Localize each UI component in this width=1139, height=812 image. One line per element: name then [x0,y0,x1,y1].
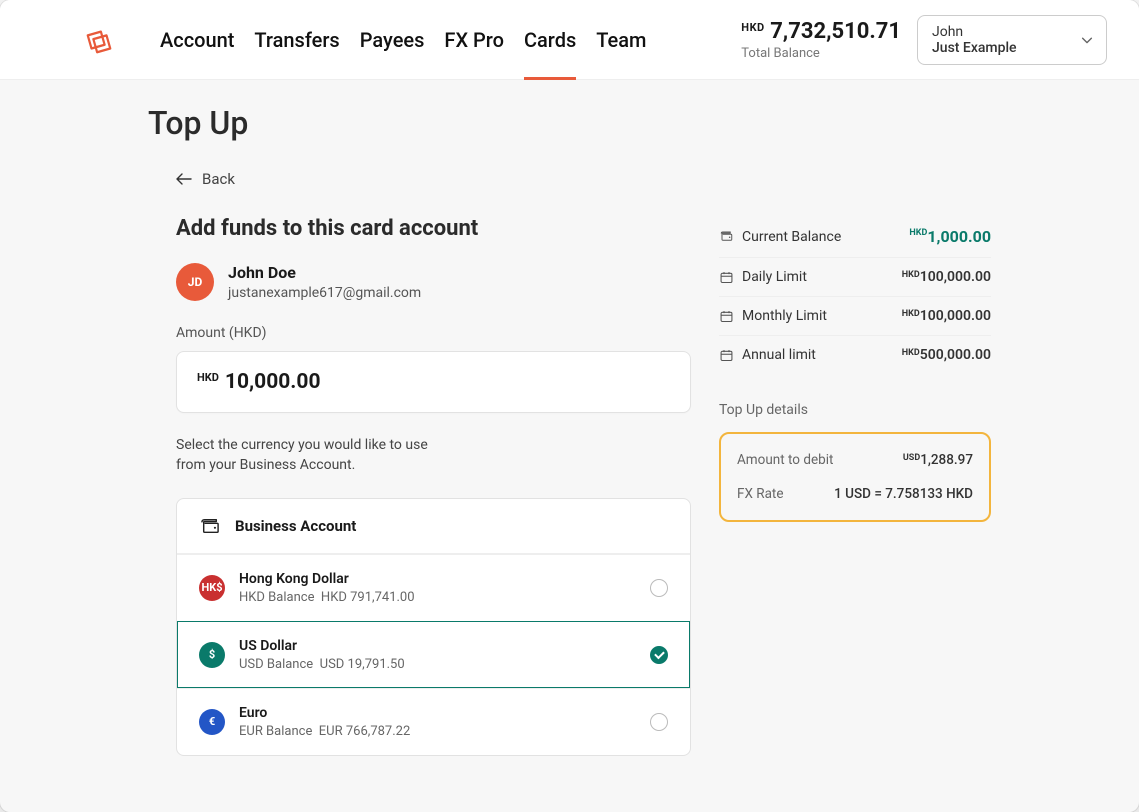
details-label: FX Rate [737,486,784,502]
calendar-icon [719,309,734,324]
topbar: Account Transfers Payees FX Pro Cards Team HK… [0,0,1139,80]
details-row: FX Rate 1 USD = 7.758133 HKD [737,482,973,506]
user-name: John [932,24,1066,40]
amount-label: Amount (HKD) [176,325,691,341]
nav-item-account[interactable]: Account [160,0,234,79]
helper-text: Select the currency you would like to us… [176,435,436,476]
currency-option-euro[interactable]: € Euro EUR Balance EUR 766,787.22 [177,688,690,755]
summary-panel: Current Balance HKD1,000.00 Daily Limit HKD… [719,216,991,522]
user-menu[interactable]: John Just Example [917,15,1107,65]
avatar: JD [176,263,214,301]
balance-label: Total Balance [741,46,901,61]
chevron-down-icon [1080,33,1094,47]
limit-row: Daily Limit HKD100,000.00 [719,258,991,297]
radio-icon [650,579,668,597]
calendar-icon [719,270,734,285]
amount-currency: HKD [197,371,219,384]
limit-row: Monthly Limit HKD100,000.00 [719,297,991,336]
currency-balance: EUR Balance EUR 766,787.22 [239,724,410,739]
nav-item-payees[interactable]: Payees [360,0,425,79]
currency-list: Business Account HK$ Hong Kong Dollar HKD … [176,498,691,756]
topup-form: Add funds to this card account JD John D… [176,216,691,756]
nav-item-cards[interactable]: Cards [524,0,576,79]
cardholder-row: JD John Doe justanexample617@gmail.com [176,263,691,301]
details-value: USD1,288.97 [903,452,973,468]
section-heading: Add funds to this card account [176,216,691,241]
arrow-left-icon [176,173,192,185]
amount-value: 10,000.00 [225,370,321,394]
limit-row: Annual limit HKD500,000.00 [719,336,991,374]
nav-item-transfers[interactable]: Transfers [254,0,339,79]
page-title: Top Up [148,104,991,142]
limit-label: Current Balance [742,229,841,245]
main-nav: Account Transfers Payees FX Pro Cards Team [160,0,646,79]
nav-item-fx-pro[interactable]: FX Pro [444,0,504,79]
limit-value: HKD100,000.00 [902,269,991,285]
limit-label: Monthly Limit [742,308,827,324]
calendar-icon [719,348,734,363]
logo-icon [84,26,114,56]
details-box: Amount to debit USD1,288.97 FX Rate 1 USD =… [719,432,991,522]
currency-badge-icon: HK$ [199,575,225,601]
details-row: Amount to debit USD1,288.97 [737,448,973,472]
currency-balance: HKD Balance HKD 791,741.00 [239,590,415,605]
wallet-icon [719,229,734,244]
currency-name: US Dollar [239,638,405,654]
app-window: Account Transfers Payees FX Pro Cards Team HK… [0,0,1139,812]
limit-value: HKD500,000.00 [902,347,991,363]
currency-badge-icon: € [199,709,225,735]
nav-item-team[interactable]: Team [596,0,646,79]
balance-currency: HKD [741,21,764,34]
limit-value: HKD100,000.00 [902,308,991,324]
user-org: Just Example [932,40,1066,56]
wallet-icon [199,517,221,535]
limit-label: Daily Limit [742,269,807,285]
currency-name: Hong Kong Dollar [239,571,415,587]
limit-label: Annual limit [742,347,816,363]
details-title: Top Up details [719,402,991,418]
cardholder-email: justanexample617@gmail.com [228,285,421,301]
currency-option-us-dollar[interactable]: $ US Dollar USD Balance USD 19,791.50 [177,621,690,688]
back-button[interactable]: Back [176,170,991,188]
limits-list: Current Balance HKD1,000.00 Daily Limit HKD… [719,216,991,374]
limit-row: Current Balance HKD1,000.00 [719,216,991,258]
currency-name: Euro [239,705,410,721]
back-label: Back [202,170,235,188]
total-balance: HKD 7,732,510.71 Total Balance [741,19,917,61]
details-value: 1 USD = 7.758133 HKD [834,486,973,502]
page-body: Top Up Back Add funds to this card accou… [0,80,1139,756]
currency-option-hong-kong-dollar[interactable]: HK$ Hong Kong Dollar HKD Balance HKD 791,7… [177,554,690,621]
radio-checked-icon [650,646,668,664]
list-header-label: Business Account [235,517,356,535]
amount-input[interactable]: HKD 10,000.00 [176,351,691,413]
radio-icon [650,713,668,731]
balance-amount: 7,732,510.71 [770,19,901,44]
list-header: Business Account [177,499,690,554]
cardholder-name: John Doe [228,263,421,282]
currency-balance: USD Balance USD 19,791.50 [239,657,405,672]
details-label: Amount to debit [737,452,833,468]
currency-badge-icon: $ [199,642,225,668]
limit-value: HKD1,000.00 [909,227,991,246]
